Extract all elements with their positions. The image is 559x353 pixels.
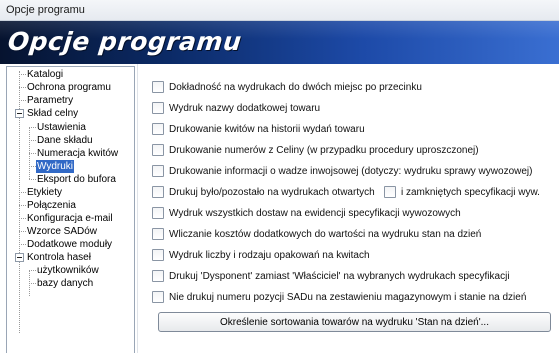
options-tree[interactable]: Katalogi Ochrona programu Parametry Skła…	[7, 67, 134, 353]
tree-line	[19, 244, 26, 245]
tree-line	[19, 231, 26, 232]
checkbox[interactable]	[152, 81, 164, 93]
tree-line	[29, 270, 36, 271]
panel-divider	[137, 64, 138, 353]
checkbox[interactable]	[152, 207, 164, 219]
collapse-icon[interactable]	[15, 109, 24, 118]
checkbox[interactable]	[384, 186, 396, 198]
tree-item-eksport-do-bufora[interactable]: Eksport do bufora	[36, 173, 117, 186]
tree-item-polaczenia[interactable]: Połączenia	[26, 199, 77, 212]
option-numery-celiny[interactable]: Drukowanie numerów z Celiny (w przypadku…	[152, 143, 479, 157]
tree-line	[19, 74, 26, 75]
tree-item-konfiguracja-email[interactable]: Konfiguracja e-mail	[26, 212, 114, 225]
collapse-icon[interactable]	[15, 253, 24, 262]
tree-line	[29, 153, 36, 154]
tree-line	[19, 87, 26, 88]
checkbox[interactable]	[152, 249, 164, 261]
option-numer-pozycji-sad[interactable]: Nie drukuj numeru pozycji SADu na zestaw…	[152, 290, 526, 304]
tree-item-ustawienia[interactable]: Ustawienia	[36, 121, 87, 134]
tree-item-dane-skladu[interactable]: Dane składu	[36, 134, 94, 147]
option-kwity-historia[interactable]: Drukowanie kwitów na historii wydań towa…	[152, 122, 365, 136]
tree-item-wydruki[interactable]: Wydruki	[36, 160, 75, 173]
option-wszystkie-dostawy[interactable]: Wydruk wszystkich dostaw na ewidencji sp…	[152, 206, 461, 220]
tree-line	[19, 100, 26, 101]
tree-item-numeracja-kwitow[interactable]: Numeracja kwitów	[36, 147, 119, 160]
tree-item-katalogi[interactable]: Katalogi	[26, 68, 64, 81]
window-title: Opcje programu	[6, 4, 85, 16]
tree-line	[29, 179, 36, 180]
checkbox[interactable]	[152, 165, 164, 177]
tree-line	[29, 140, 36, 141]
option-waga-inwojsowa[interactable]: Drukowanie informacji o wadze inwojsowej…	[152, 164, 532, 178]
option-zamkniete-specyfikacje[interactable]: i zamkniętych specyfikacji wyw.	[384, 185, 540, 199]
tree-item-wzorce-sadow[interactable]: Wzorce SADów	[26, 225, 98, 238]
checkbox[interactable]	[152, 123, 164, 135]
option-koszty-dodatkowe[interactable]: Wliczanie kosztów dodatkowych do wartośc…	[152, 227, 481, 241]
tree-line	[19, 205, 26, 206]
banner-title: Opcje programu	[6, 27, 244, 56]
options-tree-panel[interactable]: Katalogi Ochrona programu Parametry Skła…	[6, 66, 135, 353]
sort-order-button[interactable]: Określenie sortowania towarów na wydruku…	[158, 312, 551, 332]
option-nazwa-dodatkowa[interactable]: Wydruk nazwy dodatkowej towaru	[152, 101, 320, 115]
checkbox[interactable]	[152, 186, 164, 198]
option-liczba-opakowan[interactable]: Wydruk liczby i rodzaju opakowań na kwit…	[152, 248, 370, 262]
tree-item-sklad-celny[interactable]: Skład celny	[26, 107, 79, 120]
tree-item-kontrola-hasel[interactable]: Kontrola haseł	[26, 251, 92, 264]
option-bylo-pozostalo[interactable]: Drukuj było/pozostało na wydrukach otwar…	[152, 185, 375, 199]
tree-item-dodatkowe-moduly[interactable]: Dodatkowe moduły	[26, 238, 113, 251]
checkbox[interactable]	[152, 270, 164, 282]
checkbox[interactable]	[152, 228, 164, 240]
checkbox[interactable]	[152, 144, 164, 156]
tree-item-etykiety[interactable]: Etykiety	[26, 186, 63, 199]
tree-item-ochrona-programu[interactable]: Ochrona programu	[26, 81, 112, 94]
tree-line	[29, 166, 36, 167]
tree-item-uzytkownikow[interactable]: użytkowników	[36, 264, 100, 277]
option-dokladnosc[interactable]: Dokładność na wydrukach do dwóch miejsc …	[152, 80, 422, 94]
checkbox[interactable]	[152, 102, 164, 114]
tree-line	[29, 127, 36, 128]
option-dysponent[interactable]: Drukuj 'Dysponent' zamiast 'Właściciel' …	[152, 269, 510, 283]
tree-line	[19, 218, 26, 219]
checkbox[interactable]	[152, 291, 164, 303]
tree-item-parametry[interactable]: Parametry	[26, 94, 74, 107]
header-banner: Opcje programu	[0, 21, 559, 64]
tree-line	[29, 283, 36, 284]
tree-line	[19, 192, 26, 193]
tree-item-bazy-danych[interactable]: bazy danych	[36, 277, 94, 290]
window-titlebar: Opcje programu	[0, 0, 559, 21]
